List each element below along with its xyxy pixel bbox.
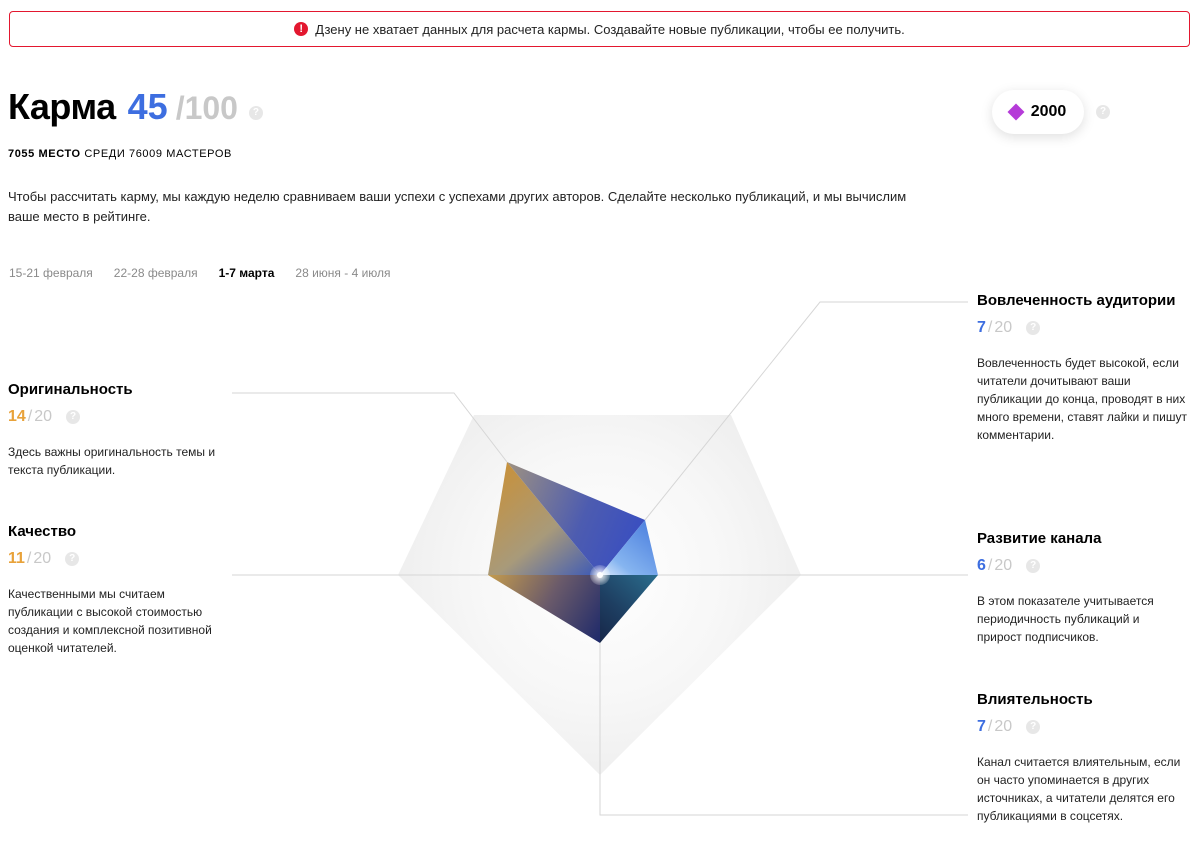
metric-max: 20 [994,718,1013,735]
karma-label: Карма [8,86,116,127]
tab-week-2[interactable]: 22-28 февраля [114,266,198,280]
metric-max: 20 [994,557,1013,574]
metric-separator: / [987,718,993,735]
tab-week-3[interactable]: 1-7 марта [219,266,275,280]
metric-max: 20 [994,319,1013,336]
metric-help-icon[interactable]: ? [66,410,81,424]
metric-title: Влиятельность [977,691,1093,708]
week-tabs: 15-21 февраля 22-28 февраля 1-7 марта 28… [9,266,412,280]
diamond-icon [1007,103,1025,121]
metric-separator: / [987,319,993,336]
metric-score: 14 / 20 ? [8,408,228,426]
metric-separator: / [987,557,993,574]
metric-title: Оригинальность [8,381,133,398]
metric-max: 20 [33,550,52,567]
metric-value: 14 [8,408,26,425]
metric-help-icon[interactable]: ? [1026,720,1041,734]
metric-value: 7 [977,319,986,336]
metric-description: В этом показателе учитывается периодично… [977,594,1154,644]
metric-value: 7 [977,718,986,735]
metric-max: 20 [34,408,53,425]
karma-description: Чтобы рассчитать карму, мы каждую неделю… [8,189,907,224]
karma-help-icon[interactable]: ? [248,106,263,120]
rank-rest: СРЕДИ 76009 МАСТЕРОВ [84,148,232,160]
exclamation-icon: ! [294,22,309,36]
metric-title: Развитие канала [977,530,1102,547]
karma-value: 45 [127,86,168,127]
points-value: 2000 [1030,103,1067,120]
metric-influence: Влиятельность 7 / 20 ? Канал считается в… [977,691,1192,825]
metric-description: Здесь важны оригинальность темы и текста… [8,445,216,477]
metric-engagement: Вовлеченность аудитории 7 / 20 ? Вовлече… [977,292,1192,444]
metric-quality: Качество 11 / 20 ? Качественными мы счит… [8,523,228,657]
metric-help-icon[interactable]: ? [1026,321,1041,335]
tab-week-4[interactable]: 28 июня - 4 июля [295,266,390,280]
metric-title: Качество [8,523,77,540]
karma-heading: Карма 45 /100 ? [8,86,263,128]
karma-max: /100 [175,90,238,126]
points-help-icon[interactable]: ? [1096,105,1110,119]
metric-originality: Оригинальность 14 / 20 ? Здесь важны ори… [8,381,228,479]
metric-description: Канал считается влиятельным, если он час… [977,755,1181,823]
metric-title: Вовлеченность аудитории [977,292,1176,309]
rank-place: 7055 МЕСТО [8,148,81,160]
rank-line: 7055 МЕСТО СРЕДИ 76009 МАСТЕРОВ [8,148,232,160]
metric-growth: Развитие канала 6 / 20 ? В этом показате… [977,530,1192,646]
metric-separator: / [26,550,32,567]
metric-score: 7 / 20 ? [977,319,1192,337]
metric-separator: / [27,408,33,425]
metric-description: Качественными мы считаем публикации с вы… [8,587,212,655]
metric-value: 6 [977,557,986,574]
metric-score: 11 / 20 ? [8,550,228,568]
metric-help-icon[interactable]: ? [1026,559,1041,573]
alert-text: Дзену не хватает данных для расчета карм… [315,21,905,37]
points-badge[interactable]: 2000 [992,90,1084,134]
tab-week-1[interactable]: 15-21 февраля [9,266,93,280]
insufficient-data-alert: ! Дзену не хватает данных для расчета ка… [9,11,1190,47]
metric-value: 11 [8,550,25,567]
metric-score: 7 / 20 ? [977,718,1192,736]
metric-score: 6 / 20 ? [977,557,1192,575]
metric-description: Вовлеченность будет высокой, если читате… [977,356,1187,442]
metric-help-icon[interactable]: ? [65,552,80,566]
